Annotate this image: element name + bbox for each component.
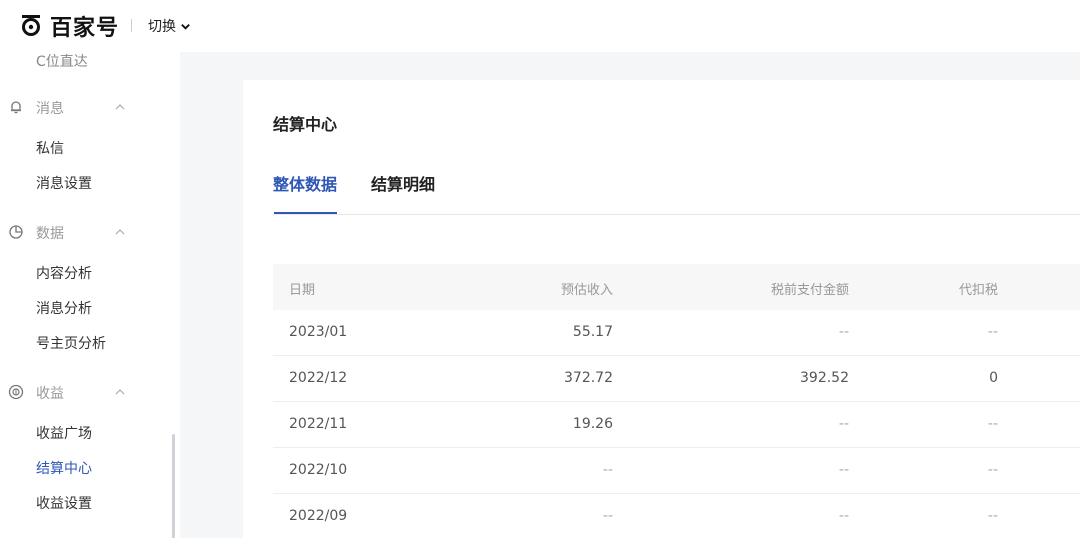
sidebar-group-label: 数据	[36, 226, 64, 242]
sidebar-group-messages[interactable]: 消息	[0, 95, 180, 119]
table-row: 2022/09 -- -- --	[273, 494, 1080, 538]
sidebar: C位直达 消息 私信 消息设置 数据 内容分析 消息分析 号主页分析 收益 收益…	[0, 52, 180, 538]
cell-date: 2022/10	[289, 462, 348, 478]
sidebar-item-income-plaza[interactable]: 收益广场	[36, 423, 92, 443]
cell-withholding-tax: --	[987, 508, 998, 524]
table-row: 2023/01 55.17 -- --	[273, 310, 1080, 356]
cell-estimated-income: 372.72	[564, 370, 613, 386]
cell-withholding-tax: --	[987, 462, 998, 478]
sidebar-item-message-settings[interactable]: 消息设置	[36, 173, 92, 193]
cell-estimated-income: --	[602, 508, 613, 524]
column-header-date: 日期	[289, 283, 316, 298]
settlement-card: 结算中心 整体数据 结算明细 日期 预估收入 税前支付金额 代扣税 2023/0…	[243, 80, 1080, 538]
column-header-estimated-income: 预估收入	[560, 283, 613, 298]
cell-withholding-tax: 0	[989, 370, 998, 386]
sidebar-scrollbar[interactable]	[172, 434, 175, 538]
sidebar-group-income[interactable]: 收益	[0, 380, 180, 404]
cell-withholding-tax: --	[987, 324, 998, 340]
sidebar-item-homepage-analysis[interactable]: 号主页分析	[36, 333, 106, 353]
tab-divider	[273, 214, 1080, 215]
table-header: 日期 预估收入 税前支付金额 代扣税	[273, 264, 1080, 310]
cell-estimated-income: --	[602, 462, 613, 478]
cell-date: 2023/01	[289, 324, 348, 340]
chevron-up-icon	[115, 104, 125, 110]
coin-icon	[8, 384, 24, 400]
chevron-up-icon	[115, 229, 125, 235]
divider	[131, 19, 132, 32]
tab-settlement-details[interactable]: 结算明细	[371, 171, 435, 195]
cell-date: 2022/12	[289, 370, 348, 386]
top-bar: 百家号 切换	[0, 0, 1080, 52]
switch-label: 切换	[148, 19, 176, 35]
cell-estimated-income: 55.17	[572, 324, 613, 340]
column-header-withholding-tax: 代扣税	[958, 283, 998, 298]
column-header-pretax-amount: 税前支付金额	[770, 283, 849, 298]
chevron-down-icon	[181, 23, 190, 30]
cell-pretax-amount: --	[838, 508, 849, 524]
cell-pretax-amount: 392.52	[800, 370, 849, 386]
sidebar-group-label: 消息	[36, 101, 64, 117]
cell-estimated-income: 19.26	[572, 416, 613, 432]
cell-withholding-tax: --	[987, 416, 998, 432]
cell-pretax-amount: --	[838, 324, 849, 340]
pie-chart-icon	[9, 225, 23, 239]
cell-pretax-amount: --	[838, 416, 849, 432]
sidebar-item-c-position[interactable]: C位直达	[36, 52, 88, 71]
tab-overall-data[interactable]: 整体数据	[273, 171, 337, 195]
chevron-up-icon	[115, 389, 125, 395]
sidebar-group-label: 收益	[36, 386, 64, 402]
sidebar-item-content-analysis[interactable]: 内容分析	[36, 263, 92, 283]
table-row: 2022/12 372.72 392.52 0	[273, 356, 1080, 402]
cell-date: 2022/09	[289, 508, 348, 524]
page-title: 结算中心	[273, 115, 338, 134]
sidebar-group-data[interactable]: 数据	[0, 220, 180, 244]
brand-name[interactable]: 百家号	[50, 10, 119, 42]
table-row: 2022/11 19.26 -- --	[273, 402, 1080, 448]
sidebar-item-settlement-center[interactable]: 结算中心	[36, 458, 92, 478]
switch-account-button[interactable]: 切换	[148, 16, 191, 36]
sidebar-item-private-message[interactable]: 私信	[36, 138, 64, 158]
bell-icon	[11, 101, 21, 114]
cell-pretax-amount: --	[838, 462, 849, 478]
table-row: 2022/10 -- -- --	[273, 448, 1080, 494]
sidebar-item-message-analysis[interactable]: 消息分析	[36, 298, 92, 318]
sidebar-item-income-settings[interactable]: 收益设置	[36, 493, 92, 513]
baijiahao-logo-icon[interactable]	[20, 13, 42, 37]
cell-date: 2022/11	[289, 416, 348, 432]
